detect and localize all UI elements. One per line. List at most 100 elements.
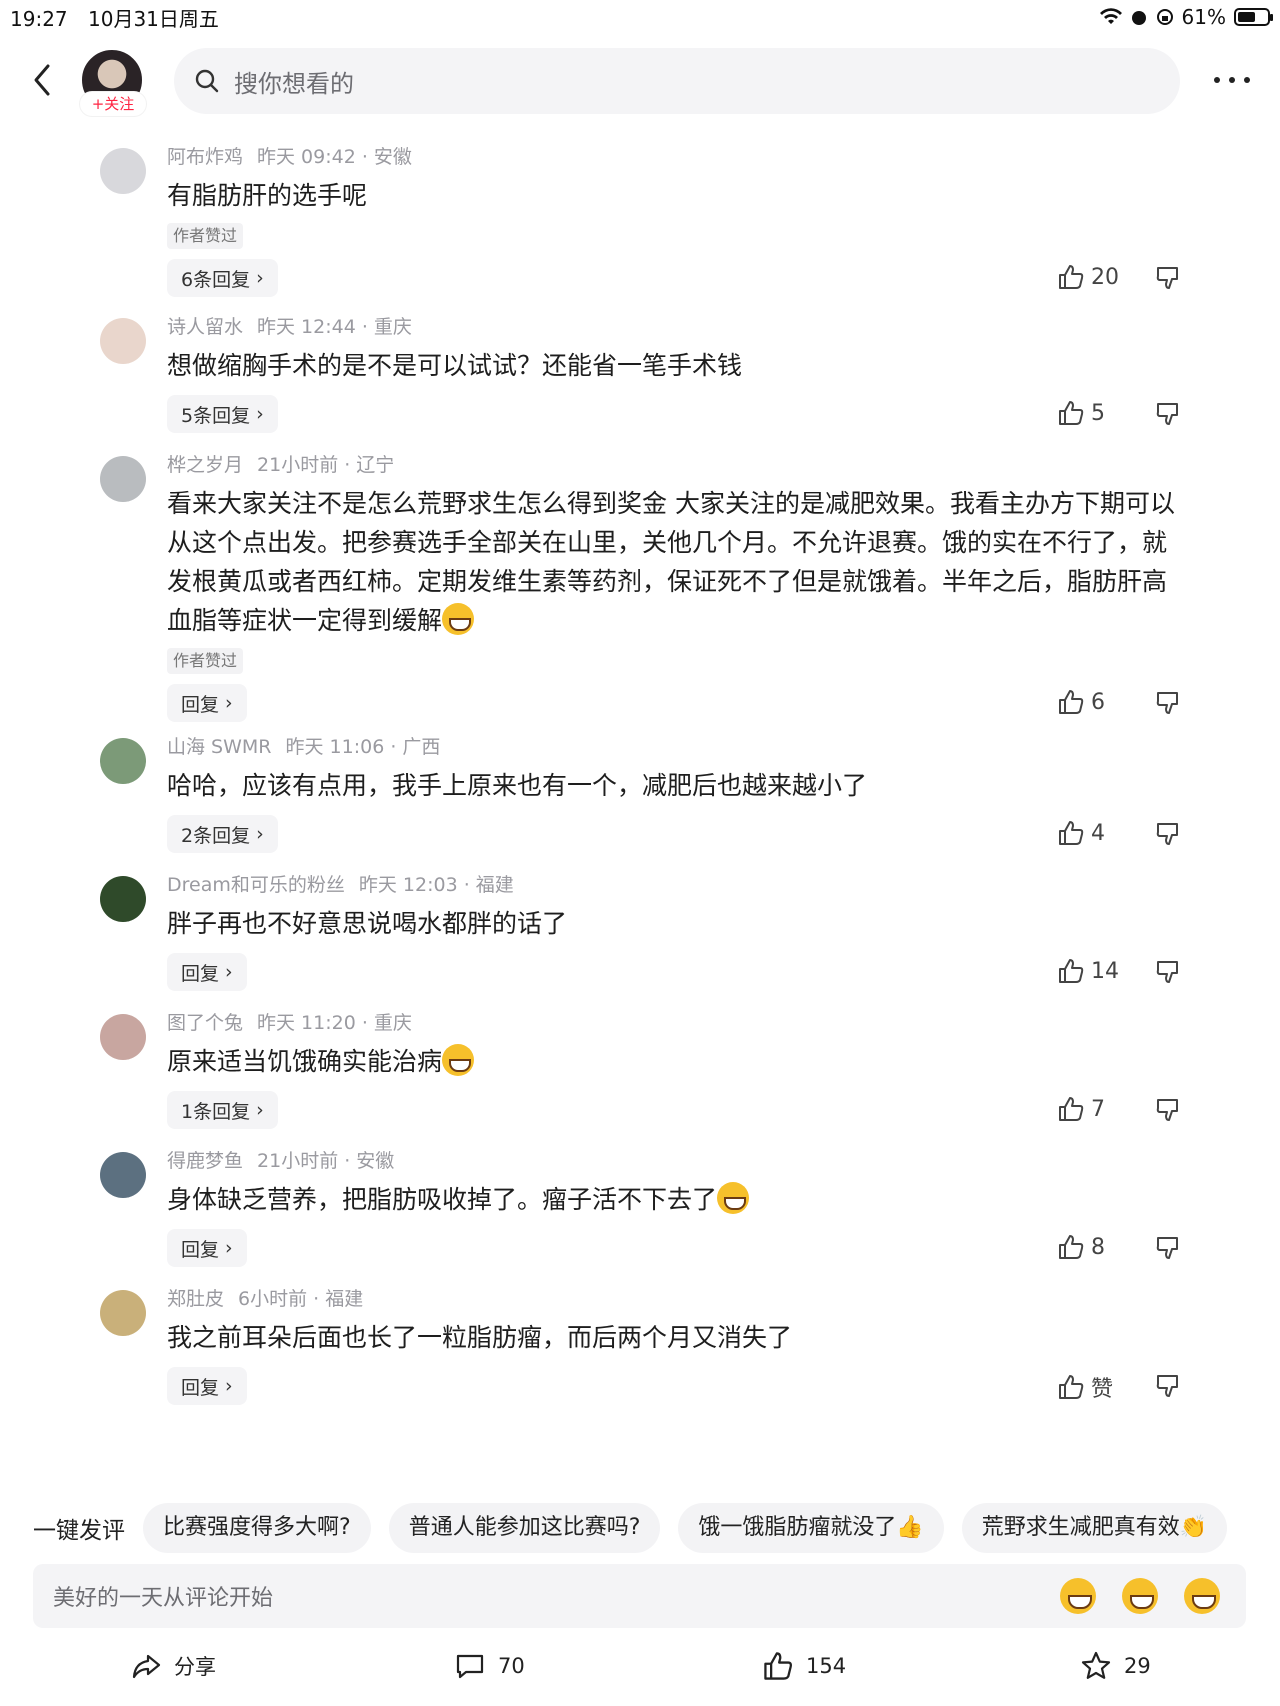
like-button[interactable]: 6 xyxy=(1057,688,1105,716)
favorites-count: 29 xyxy=(1124,1654,1151,1678)
comment-author[interactable]: Dream和可乐的粉丝 xyxy=(167,874,345,896)
comment-item: 阿布炸鸡 昨天 09:42 · 安徽 有脂肪肝的选手呢 作者赞过 6条回复 › 20 xyxy=(0,140,1280,297)
comment-author[interactable]: 得鹿梦鱼 xyxy=(167,1150,243,1172)
comment-actions: 2条回复 › 4 xyxy=(167,815,1180,855)
comment-text[interactable]: 想做缩胸手术的是不是可以试试？还能省一笔手术钱 xyxy=(167,346,1180,385)
comment-list: 阿布炸鸡 昨天 09:42 · 安徽 有脂肪肝的选手呢 作者赞过 6条回复 › 20… xyxy=(0,140,1280,1488)
like-button[interactable]: 14 xyxy=(1057,957,1119,985)
avatar[interactable] xyxy=(100,1290,146,1336)
avatar[interactable] xyxy=(100,1152,146,1198)
quick-comment-chip[interactable]: 普通人能参加这比赛吗? xyxy=(388,1503,661,1553)
comment-item: 郑肚皮 6小时前 · 福建 我之前耳朵后面也长了一粒脂肪瘤，而后两个月又消失了 回… xyxy=(0,1282,1280,1420)
thumbs-down-icon[interactable] xyxy=(1155,689,1183,717)
author-liked-tag: 作者赞过 xyxy=(167,223,244,249)
reply-button[interactable]: 回复 › xyxy=(167,684,247,722)
comment-actions: 6条回复 › 20 xyxy=(167,259,1180,299)
like-count: 14 xyxy=(1091,958,1119,984)
like-button[interactable]: 赞 xyxy=(1057,1371,1113,1403)
star-eyes-emoji-button[interactable] xyxy=(1122,1578,1158,1614)
comment-item: 图了个兔 昨天 11:20 · 重庆 原来适当饥饿确实能治病 1条回复 › 7 xyxy=(0,1006,1280,1144)
comment-text[interactable]: 胖子再也不好意思说喝水都胖的话了 xyxy=(167,904,1180,943)
like-button[interactable]: 7 xyxy=(1057,1095,1105,1123)
reply-button[interactable]: 1条回复 › xyxy=(167,1091,278,1129)
reply-button[interactable]: 6条回复 › xyxy=(167,259,278,297)
like-button[interactable]: 4 xyxy=(1057,819,1105,847)
comment-text[interactable]: 身体缺乏营养，把脂肪吸收掉了。瘤子活不下去了 xyxy=(167,1180,1180,1219)
like-count: 4 xyxy=(1091,820,1105,846)
like-button[interactable]: 5 xyxy=(1057,399,1105,427)
avatar[interactable] xyxy=(100,876,146,922)
comment-text[interactable]: 我之前耳朵后面也长了一粒脂肪瘤，而后两个月又消失了 xyxy=(167,1318,1180,1357)
comment-author[interactable]: 桦之岁月 xyxy=(167,454,243,476)
avatar[interactable] xyxy=(100,456,146,502)
tears-of-joy-emoji-button[interactable] xyxy=(1060,1578,1096,1614)
reply-button[interactable]: 回复 › xyxy=(167,953,247,991)
avatar[interactable] xyxy=(100,318,146,364)
thumbs-down-icon[interactable] xyxy=(1155,820,1183,848)
comment-author[interactable]: 郑肚皮 xyxy=(167,1288,224,1310)
reply-label: 6条回复 xyxy=(181,268,251,291)
reply-button[interactable]: 回复 › xyxy=(167,1367,247,1405)
share-label: 分享 xyxy=(174,1655,216,1679)
like-count: 赞 xyxy=(1091,1377,1114,1402)
comment-time: 昨天 09:42 · 安徽 xyxy=(257,146,412,168)
comment-input-placeholder: 美好的一天从评论开始 xyxy=(53,1586,274,1611)
thumbs-down-icon[interactable] xyxy=(1155,264,1183,292)
comment-text[interactable]: 看来大家关注不是怎么荒野求生怎么得到奖金 大家关注的是减肥效果。我看主办方下期可… xyxy=(167,484,1180,640)
like-count: 8 xyxy=(1091,1234,1105,1260)
comment-meta: 山海 SWMR 昨天 11:06 · 广西 xyxy=(167,730,1180,764)
search-bar[interactable]: 搜你想看的 xyxy=(174,48,1180,114)
comments-button[interactable]: 70 xyxy=(454,1650,525,1682)
like-count: 7 xyxy=(1091,1096,1105,1122)
avatar[interactable] xyxy=(100,738,146,784)
comment-actions: 1条回复 › 7 xyxy=(167,1091,1180,1131)
reply-label: 1条回复 xyxy=(181,1100,251,1123)
comment-author[interactable]: 诗人留水 xyxy=(167,316,243,338)
search-icon xyxy=(195,69,219,93)
like-count: 6 xyxy=(1091,689,1105,715)
quick-comment-chip[interactable]: 饿一饿脂肪瘤就没了👍 xyxy=(678,1503,944,1553)
chevron-right-icon: › xyxy=(225,961,233,983)
comment-author[interactable]: 山海 SWMR xyxy=(167,736,271,758)
chevron-right-icon: › xyxy=(225,1375,233,1397)
header: +关注 搜你想看的 xyxy=(0,44,1280,118)
comment-author[interactable]: 阿布炸鸡 xyxy=(167,146,243,168)
chevron-right-icon: › xyxy=(256,1099,264,1121)
comment-actions: 回复 › 6 xyxy=(167,684,1180,724)
thumbs-down-icon[interactable] xyxy=(1155,1372,1183,1400)
like-button[interactable]: 8 xyxy=(1057,1233,1105,1261)
star-icon xyxy=(1081,1651,1111,1679)
comment-input[interactable]: 美好的一天从评论开始 xyxy=(33,1564,1246,1628)
avatar[interactable] xyxy=(100,1014,146,1060)
reply-button[interactable]: 回复 › xyxy=(167,1229,247,1267)
thumbs-down-icon[interactable] xyxy=(1155,1096,1183,1124)
comment-actions: 回复 › 赞 xyxy=(167,1367,1180,1407)
comment-text[interactable]: 原来适当饥饿确实能治病 xyxy=(167,1042,1180,1081)
back-icon[interactable] xyxy=(28,60,58,100)
comment-text[interactable]: 哈哈，应该有点用，我手上原来也有一个，减肥后也越来越小了 xyxy=(167,766,1180,805)
thumbs-down-icon[interactable] xyxy=(1155,400,1183,428)
more-options-icon[interactable] xyxy=(1214,70,1250,90)
like-count: 5 xyxy=(1091,400,1105,426)
reply-button[interactable]: 2条回复 › xyxy=(167,815,278,853)
avatar[interactable] xyxy=(100,148,146,194)
reply-label: 回复 xyxy=(181,693,220,716)
share-button[interactable]: 分享 xyxy=(130,1650,216,1682)
follow-button[interactable]: +关注 xyxy=(80,92,146,116)
alarm-icon xyxy=(1131,11,1146,25)
chevron-right-icon: › xyxy=(256,267,264,289)
author-liked-tag: 作者赞过 xyxy=(167,648,244,674)
comment-time: 6小时前 · 福建 xyxy=(238,1288,364,1310)
comment-time: 昨天 12:44 · 重庆 xyxy=(257,316,412,338)
comment-author[interactable]: 图了个兔 xyxy=(167,1012,243,1034)
like-post-button[interactable]: 154 xyxy=(762,1650,846,1682)
laugh-emoji-button[interactable] xyxy=(1184,1578,1220,1614)
quick-comment-chip[interactable]: 比赛强度得多大啊? xyxy=(143,1503,371,1553)
thumbs-down-icon[interactable] xyxy=(1155,1234,1183,1262)
like-button[interactable]: 20 xyxy=(1057,263,1119,291)
favorite-button[interactable]: 29 xyxy=(1080,1650,1151,1682)
comment-text[interactable]: 有脂肪肝的选手呢 xyxy=(167,176,1180,215)
quick-comment-chip[interactable]: 荒野求生减肥真有效👏 xyxy=(961,1503,1228,1553)
thumbs-down-icon[interactable] xyxy=(1155,958,1183,986)
reply-button[interactable]: 5条回复 › xyxy=(167,395,278,433)
